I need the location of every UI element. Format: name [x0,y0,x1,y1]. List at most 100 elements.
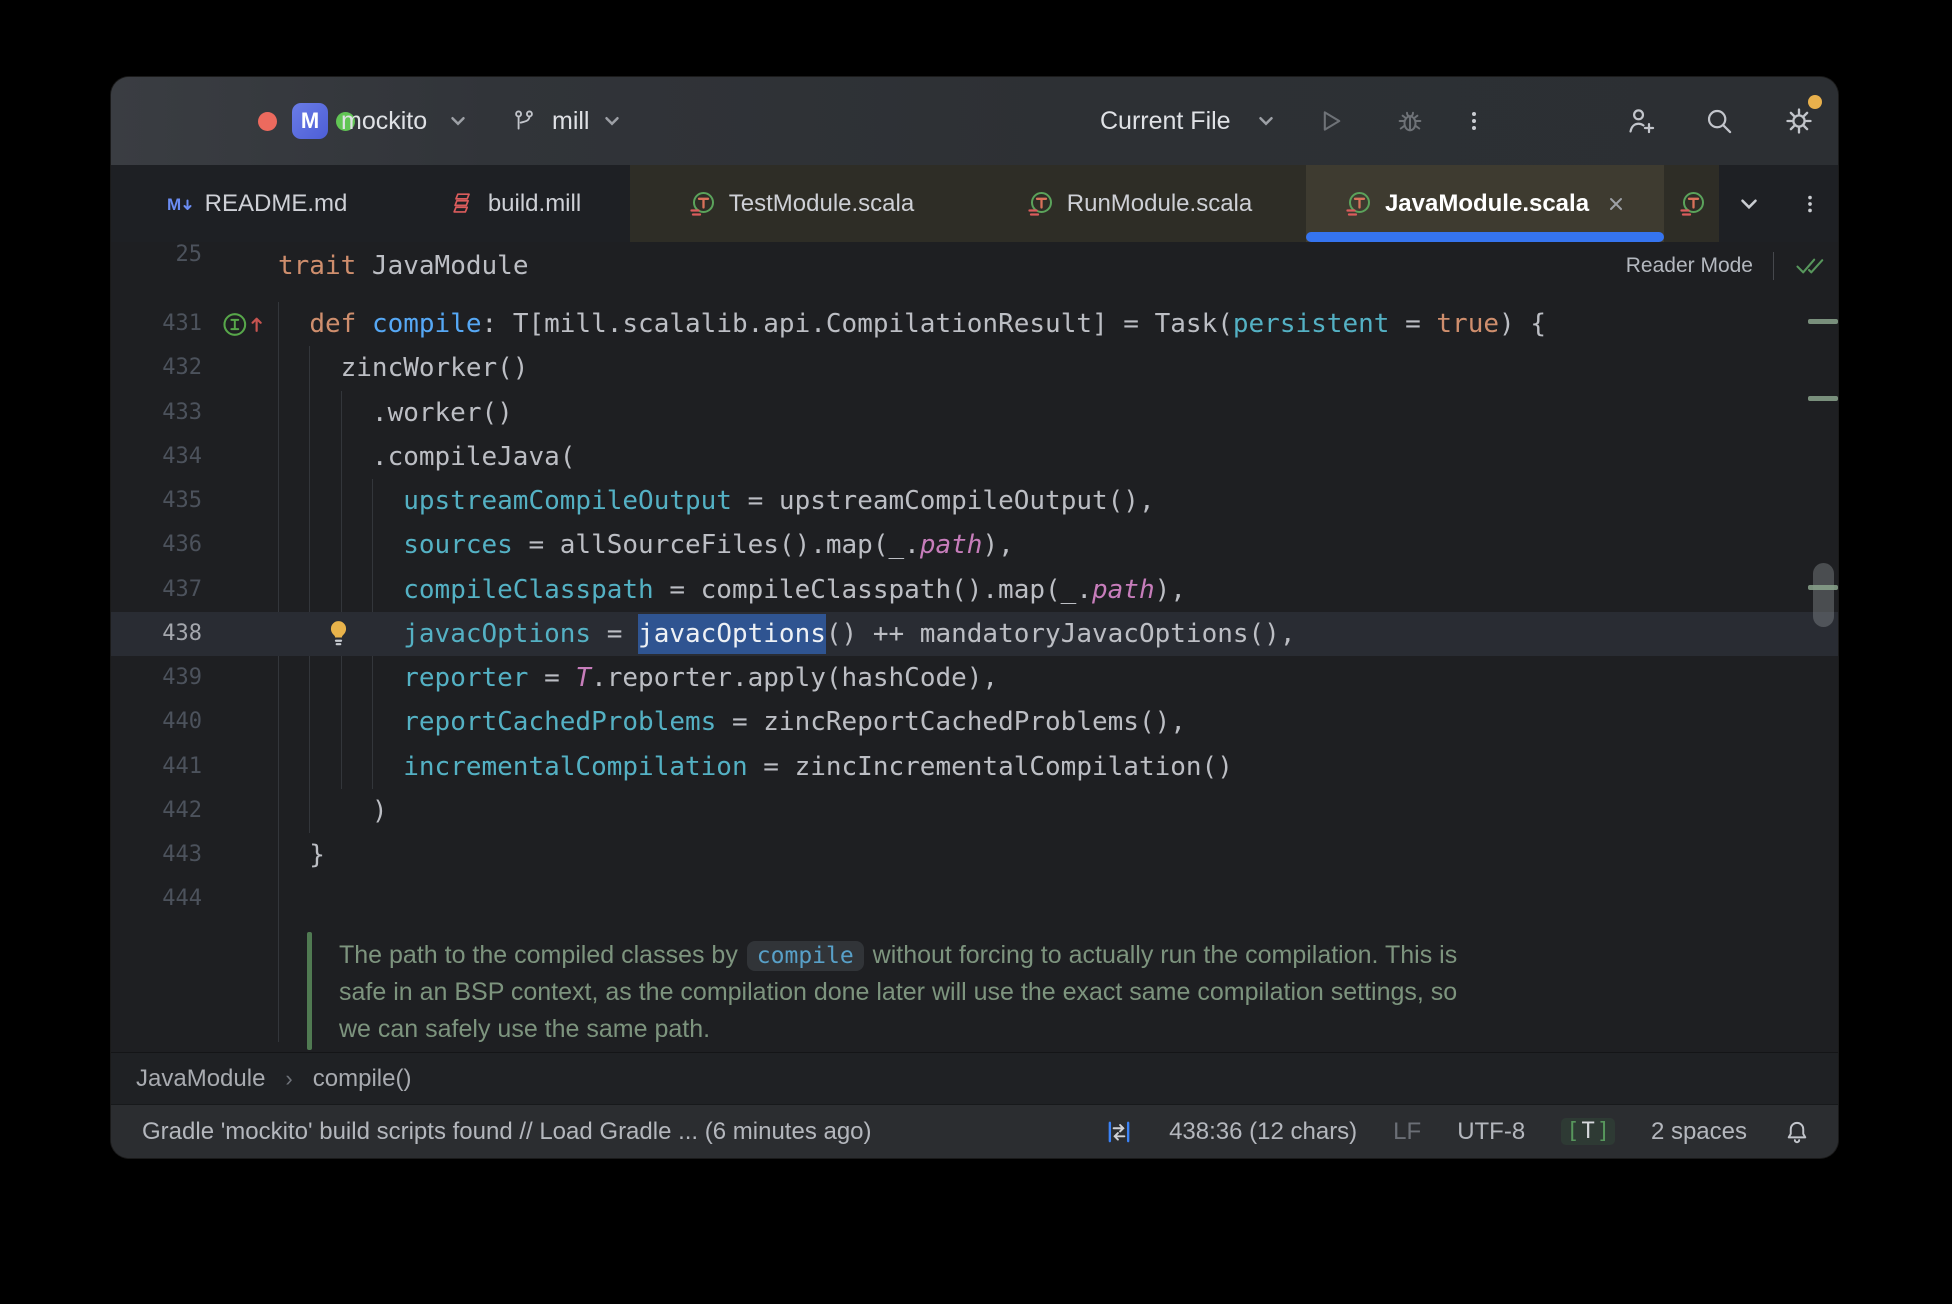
doc-comment-line: The path to the compiled classes by comp… [339,941,1458,971]
reader-mode-label: Reader Mode [1625,254,1753,277]
override-up-icon[interactable] [221,309,267,340]
branch-selector[interactable]: mill [552,77,590,165]
code-line-438[interactable]: 438 javacOptions = javacOptions() ++ man… [111,611,1838,656]
line-separator-widget[interactable]: LF [1393,1118,1421,1146]
tab-label: README.md [204,189,348,217]
code-line-434[interactable]: 434 .compileJava( [111,435,1838,479]
code-segment: incrementalCompilation [403,751,748,782]
sync-changes-icon[interactable] [1105,1118,1133,1146]
breadcrumb-item[interactable]: compile() [313,1065,412,1093]
code-line-431[interactable]: 431 def compile: T[mill.scalalib.api.Com… [111,302,1838,346]
tab-indicator-widget[interactable]: [T] [1561,1118,1615,1145]
breadcrumb-chevron-icon: › [285,1065,293,1091]
line-number: 443 [162,842,202,867]
more-options-kebab-icon[interactable] [1459,77,1489,165]
code-segment: = compileClasspath().map(_. [653,574,1092,605]
sticky-lines-header[interactable]: 25 trait JavaModule Reader Mode [111,242,1838,292]
scala-trait-icon [1680,191,1704,216]
change-stripe-mark[interactable] [1808,319,1838,324]
tab-options-kebab-icon[interactable] [1795,165,1825,242]
selected-text: javacOptions [638,613,826,654]
tab-readme-md[interactable]: M README.md [111,165,400,242]
code-line-436[interactable]: 436 sources = allSourceFiles().map(_.pat… [111,523,1838,567]
status-message[interactable]: Gradle 'mockito' build scripts found // … [142,1118,872,1146]
tab-runmodule-scala[interactable]: RunModule.scala [972,165,1306,242]
run-configuration-selector[interactable]: Current File [1100,77,1231,165]
code-editor[interactable]: 431 def compile: T[mill.scalalib.api.Com… [111,290,1838,1052]
code-segment: = zincIncrementalCompilation() [747,751,1233,782]
code-segment: () ++ mandatoryJavacOptions(), [825,618,1296,649]
line-number: 440 [162,709,202,735]
code-line-443[interactable]: 443 } [111,833,1838,877]
change-stripe-mark[interactable] [1808,396,1838,401]
code-line-442[interactable]: 442 ) [111,789,1838,833]
inspections-ok-double-check-icon[interactable] [1794,251,1824,281]
code-line-433[interactable]: 433 .worker() [111,391,1838,435]
code-text: javacOptions = javacOptions() ++ mandato… [278,612,1296,656]
bracket: ] [1596,1119,1610,1144]
tab-label: build.mill [487,189,582,217]
line-number: 433 [162,399,202,425]
code-line-441[interactable]: 441 incrementalCompilation = zincIncreme… [111,745,1838,789]
encoding-widget[interactable]: UTF-8 [1457,1118,1525,1146]
chevron-down-icon[interactable] [1253,77,1279,165]
code-text: reporter = T.reporter.apply(hashCode), [278,656,998,700]
close-tab-icon[interactable] [1606,194,1626,214]
code-segment: ), [1154,574,1186,605]
settings-gear-button[interactable] [1775,77,1823,165]
project-selector[interactable]: mockito [341,77,427,165]
doc-comment-line: safe in an BSP context, as the compilati… [339,978,1458,1006]
tab-build-mill[interactable]: build.mill [400,165,630,242]
code-segment: ), [982,530,1014,561]
notifications-bell-icon[interactable] [1783,1118,1811,1146]
chevron-down-icon[interactable] [599,77,625,165]
line-number: 435 [162,488,202,513]
code-line-432[interactable]: 432 zincWorker() [111,346,1838,390]
tab-clipped[interactable] [1664,165,1719,242]
chevron-down-icon[interactable] [445,77,471,165]
code-segment: trait [278,251,357,281]
indent-widget[interactable]: 2 spaces [1651,1118,1747,1146]
code-segment: reportCachedProblems [403,707,717,738]
line-number: 441 [162,753,202,779]
scrollbar-thumb[interactable] [1813,563,1834,627]
code-line-435[interactable]: 435 upstreamCompileOutput = upstreamComp… [111,479,1838,523]
code-line-444[interactable]: 444 [111,877,1838,921]
code-segment: = [528,663,576,693]
debug-button[interactable] [1391,77,1429,165]
code-line-440[interactable]: 440 reportCachedProblems = zincReportCac… [111,700,1838,744]
git-branch-icon[interactable] [509,77,539,165]
code-segment: .reporter.apply(hashCode), [591,663,999,693]
code-line-437[interactable]: 437 compileClasspath = compileClasspath(… [111,568,1838,612]
doc-comment-line: we can safely use the same path. [339,1015,711,1043]
code-segment: upstreamCompileOutput [403,486,732,516]
code-text: upstreamCompileOutput = upstreamCompileO… [278,479,1154,523]
tab-list-chevron-down-icon[interactable] [1736,165,1772,242]
tab-javamodule-scala-active[interactable]: JavaModule.scala [1306,165,1664,242]
code-text: .compileJava( [278,435,576,479]
run-button[interactable] [1311,77,1349,165]
line-number: 431 [162,311,202,336]
code-segment: zincWorker() [278,353,529,384]
code-segment: } [278,840,325,870]
code-segment: true [1436,309,1500,339]
code-line-439[interactable]: 439 reporter = T.reporter.apply(hashCode… [111,656,1838,700]
ide-window: M mockito mill Current File M README.md … [111,77,1838,1158]
close-window-button[interactable] [258,111,277,131]
active-tab-underline [1306,232,1664,242]
caret-position-widget[interactable]: 438:36 (12 chars) [1169,1118,1357,1146]
tab-label: JavaModule.scala [1384,189,1590,217]
code-with-me-add-user-button[interactable] [1619,77,1663,165]
mill-file-icon [453,192,470,213]
line-number: 444 [162,886,202,912]
change-stripe-mark[interactable] [1808,585,1838,590]
tab-testmodule-scala[interactable]: TestModule.scala [630,165,972,242]
bracket: [ [1566,1119,1580,1144]
search-everywhere-button[interactable] [1697,77,1741,165]
breadcrumb-item[interactable]: JavaModule [136,1065,265,1093]
code-segment: = allSourceFiles().map(_. [512,530,920,561]
code-text: compileClasspath = compileClasspath().ma… [278,568,1186,612]
